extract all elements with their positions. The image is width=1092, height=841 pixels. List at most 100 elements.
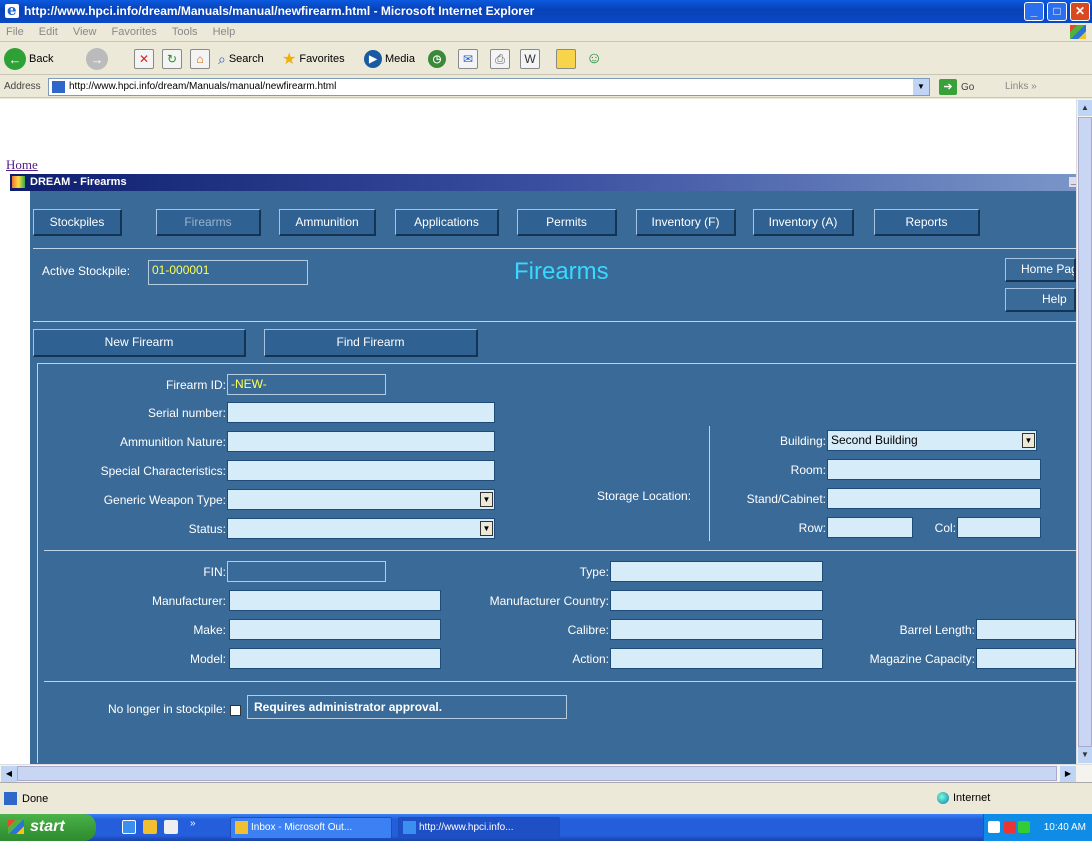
active-stockpile-label: Active Stockpile: xyxy=(42,264,131,278)
magazine-capacity-input[interactable] xyxy=(976,648,1076,669)
tray-arrow-icon[interactable] xyxy=(988,821,1000,833)
new-firearm-button[interactable]: New Firearm xyxy=(33,329,246,357)
serial-number-input[interactable] xyxy=(227,402,495,423)
menu-view[interactable]: View xyxy=(67,23,103,38)
links-button[interactable]: Links » xyxy=(1005,81,1037,92)
ammunition-nature-input[interactable] xyxy=(227,431,495,452)
app-minimize-button[interactable]: _ xyxy=(1069,177,1076,187)
history-button[interactable]: ◷ xyxy=(428,47,446,71)
refresh-button[interactable]: ↻ xyxy=(162,47,182,71)
media-button[interactable]: ▶ Media xyxy=(364,47,415,71)
make-input[interactable] xyxy=(229,619,441,640)
vertical-scrollbar[interactable]: ▲ ▼ xyxy=(1076,99,1092,764)
nav-inventory-f[interactable]: Inventory (F) xyxy=(636,209,736,236)
nav-applications[interactable]: Applications xyxy=(395,209,499,236)
tray-network-icon[interactable] xyxy=(1004,821,1016,833)
menu-tools[interactable]: Tools xyxy=(166,23,204,38)
desktop-quicklaunch-icon[interactable] xyxy=(164,820,178,834)
col-input[interactable] xyxy=(957,517,1041,538)
favorites-button[interactable]: ★ Favorites xyxy=(282,47,345,71)
room-input[interactable] xyxy=(827,459,1041,480)
menu-help[interactable]: Help xyxy=(207,23,242,38)
help-button[interactable]: Help xyxy=(1005,288,1076,312)
minimize-button[interactable]: _ xyxy=(1024,2,1044,21)
menu-edit[interactable]: Edit xyxy=(33,23,64,38)
edit-button[interactable]: W xyxy=(520,47,540,71)
no-longer-in-stockpile-checkbox[interactable] xyxy=(230,705,241,716)
home-page-button[interactable]: Home Page xyxy=(1005,258,1076,282)
scroll-left-icon[interactable]: ◀ xyxy=(1,766,17,782)
task-inbox[interactable]: Inbox - Microsoft Out... xyxy=(230,817,392,839)
nav-stockpiles[interactable]: Stockpiles xyxy=(33,209,122,236)
find-firearm-button[interactable]: Find Firearm xyxy=(264,329,478,357)
home-button[interactable]: ⌂ xyxy=(190,47,210,71)
close-button[interactable]: ✕ xyxy=(1070,2,1090,21)
manufacturer-country-input[interactable] xyxy=(610,590,823,611)
windows-logo-icon xyxy=(1070,25,1086,39)
search-label: Search xyxy=(228,53,264,65)
start-button[interactable]: start xyxy=(0,814,96,841)
nav-firearms[interactable]: Firearms xyxy=(156,209,261,236)
forward-button[interactable]: → xyxy=(86,47,108,71)
nav-inventory-a[interactable]: Inventory (A) xyxy=(753,209,854,236)
dream-app: DREAM - Firearms _ Stockpiles Firearms A… xyxy=(10,174,1076,764)
address-input[interactable]: http://www.hpci.info/dream/Manuals/manua… xyxy=(48,78,930,96)
nav-permits[interactable]: Permits xyxy=(517,209,617,236)
scroll-right-icon[interactable]: ▶ xyxy=(1060,766,1076,782)
address-label: Address xyxy=(4,81,41,92)
stop-button[interactable]: ✕ xyxy=(134,47,154,71)
action-input[interactable] xyxy=(610,648,823,669)
messenger-button[interactable]: ☺ xyxy=(586,47,602,71)
active-stockpile-field[interactable]: 01-000001 xyxy=(148,260,308,285)
col-label: Col: xyxy=(934,521,956,535)
make-label: Make: xyxy=(193,623,226,637)
manufacturer-label: Manufacturer: xyxy=(151,594,226,608)
go-button[interactable]: ➔ Go xyxy=(939,79,974,95)
barrel-length-input[interactable] xyxy=(976,619,1076,640)
quicklaunch-more-icon[interactable]: » xyxy=(190,818,196,829)
menu-file[interactable]: File xyxy=(0,23,30,38)
mail-button[interactable]: ✉ xyxy=(458,47,478,71)
chevron-down-icon[interactable]: ▼ xyxy=(1022,433,1035,448)
maximize-button[interactable]: □ xyxy=(1047,2,1067,21)
print-button[interactable]: ⎙ xyxy=(490,47,510,71)
fin-field[interactable] xyxy=(227,561,386,582)
tray-status-icon[interactable] xyxy=(1018,821,1030,833)
nav-ammunition[interactable]: Ammunition xyxy=(279,209,376,236)
page-icon xyxy=(52,81,65,93)
scroll-down-icon[interactable]: ▼ xyxy=(1078,747,1092,763)
search-button[interactable]: ⌕ Search xyxy=(218,47,264,71)
app-icon xyxy=(12,176,25,188)
windows-flag-icon xyxy=(8,820,24,834)
special-characteristics-input[interactable] xyxy=(227,460,495,481)
task-browser[interactable]: http://www.hpci.info... xyxy=(398,817,560,839)
home-link[interactable]: Home xyxy=(6,157,38,173)
model-input[interactable] xyxy=(229,648,441,669)
stand-cabinet-input[interactable] xyxy=(827,488,1041,509)
building-select[interactable]: Second Building ▼ xyxy=(827,430,1037,451)
generic-weapon-type-select[interactable]: ▼ xyxy=(227,489,495,510)
horizontal-scrollbar[interactable]: ◀ ▶ xyxy=(0,764,1092,782)
chevron-down-icon[interactable]: ▼ xyxy=(480,521,493,536)
manufacturer-input[interactable] xyxy=(229,590,441,611)
manufacturer-country-label: Manufacturer Country: xyxy=(489,594,609,608)
row-input[interactable] xyxy=(827,517,913,538)
scroll-up-icon[interactable]: ▲ xyxy=(1078,100,1092,116)
menu-favorites[interactable]: Favorites xyxy=(106,23,163,38)
back-button[interactable]: ← Back xyxy=(4,47,53,71)
ie-quicklaunch-icon[interactable] xyxy=(122,820,136,834)
type-input[interactable] xyxy=(610,561,823,582)
discuss-button[interactable] xyxy=(556,47,576,71)
scroll-thumb[interactable] xyxy=(1078,117,1092,747)
chevron-down-icon[interactable]: ▼ xyxy=(480,492,493,507)
hscroll-thumb[interactable] xyxy=(17,766,1057,781)
app-title: DREAM - Firearms xyxy=(30,176,127,188)
status-select[interactable]: ▼ xyxy=(227,518,495,539)
task-browser-label: http://www.hpci.info... xyxy=(419,822,514,833)
firearm-id-field: -NEW- xyxy=(227,374,386,395)
room-label: Room: xyxy=(790,463,826,477)
calibre-input[interactable] xyxy=(610,619,823,640)
outlook-quicklaunch-icon[interactable] xyxy=(143,820,157,834)
nav-reports[interactable]: Reports xyxy=(874,209,980,236)
address-dropdown-icon[interactable]: ▼ xyxy=(913,79,929,95)
